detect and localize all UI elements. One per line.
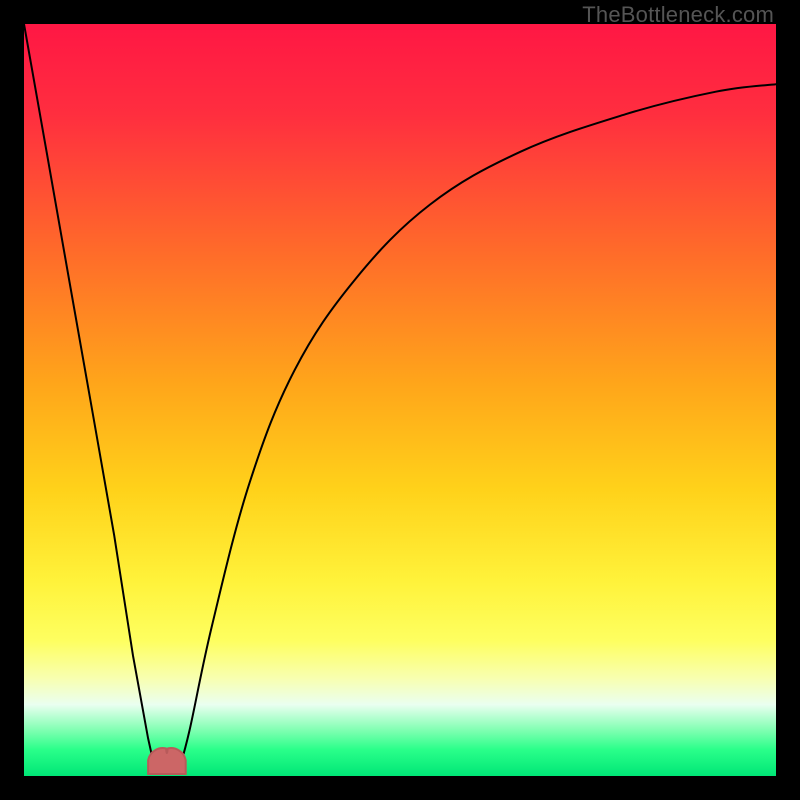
bottleneck-curve xyxy=(24,24,776,776)
right-branch xyxy=(178,84,776,772)
minimum-bump xyxy=(148,748,186,774)
chart-frame: TheBottleneck.com xyxy=(0,0,800,800)
left-branch xyxy=(24,24,156,772)
plot-area xyxy=(24,24,776,776)
watermark-text: TheBottleneck.com xyxy=(582,2,774,28)
